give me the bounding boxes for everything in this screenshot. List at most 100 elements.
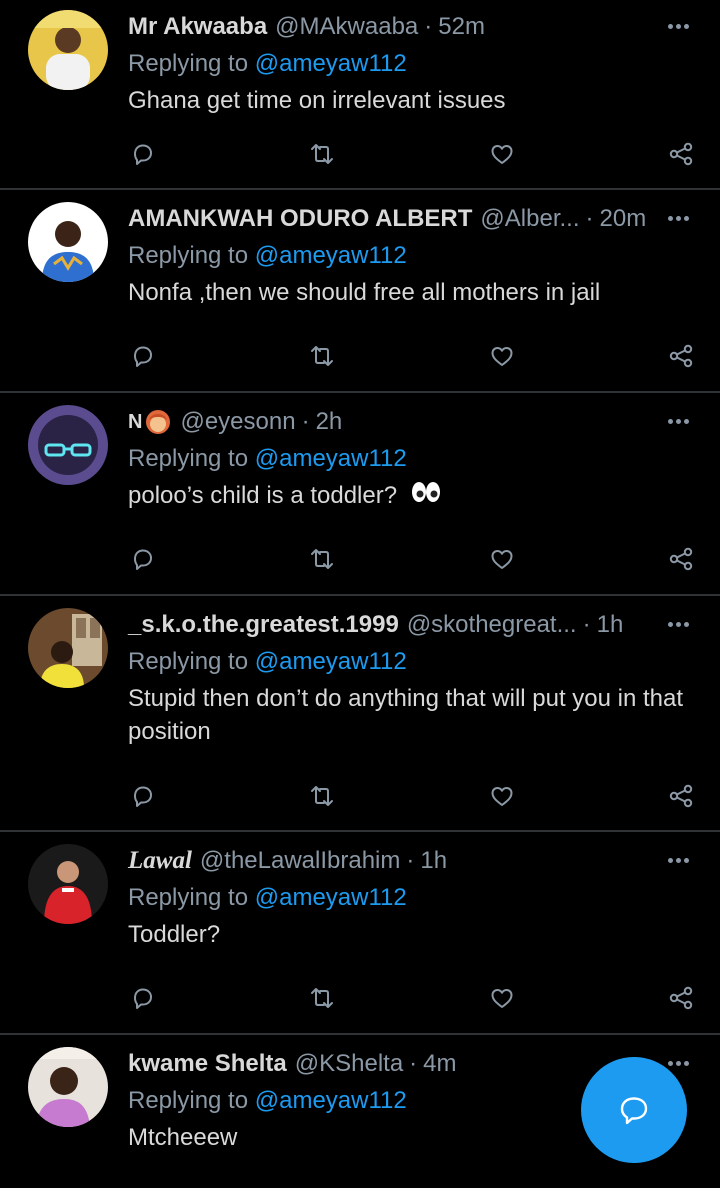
heart-icon[interactable] bbox=[487, 544, 517, 574]
replying-label: Replying to bbox=[128, 445, 249, 472]
replying-label: Replying to bbox=[128, 242, 249, 269]
tweet-header: _s.k.o.the.greatest.1999 @skothegreat...… bbox=[128, 608, 650, 642]
heart-icon[interactable] bbox=[487, 781, 517, 811]
separator-dot: · bbox=[585, 205, 594, 232]
heart-icon[interactable] bbox=[487, 139, 517, 169]
heart-icon[interactable] bbox=[487, 341, 517, 371]
mention-link[interactable]: @ameyaw112 bbox=[255, 648, 407, 675]
replying-label: Replying to bbox=[128, 50, 249, 77]
more-icon[interactable] bbox=[662, 848, 694, 872]
author-name[interactable]: N bbox=[128, 411, 142, 434]
timestamp[interactable]: 1h bbox=[597, 611, 624, 639]
timestamp[interactable]: 4m bbox=[423, 1050, 456, 1078]
retweet-icon[interactable] bbox=[307, 544, 337, 574]
tweet-header: N @eyesonn · 2h bbox=[128, 405, 650, 439]
tweet-1[interactable]: Mr Akwaaba @MAkwaaba · 52m Replying to @… bbox=[0, 0, 720, 190]
tweet-header: Mr Akwaaba @MAkwaaba · 52m bbox=[128, 10, 650, 44]
replying-to: Replying to @ameyaw112 bbox=[128, 884, 407, 912]
more-icon[interactable] bbox=[662, 409, 694, 433]
mention-link[interactable]: @ameyaw112 bbox=[255, 50, 407, 77]
action-bar bbox=[128, 544, 696, 574]
avatar[interactable] bbox=[28, 608, 108, 688]
replying-to: Replying to @ameyaw112 bbox=[128, 1087, 407, 1115]
eyes-emoji-icon bbox=[410, 480, 442, 513]
avatar[interactable] bbox=[28, 202, 108, 282]
action-bar bbox=[128, 341, 696, 371]
author-name[interactable]: Mr Akwaaba bbox=[128, 13, 267, 41]
more-icon[interactable] bbox=[662, 14, 694, 38]
tweet-5[interactable]: Lawal @theLawalIbrahim · 1h Replying to … bbox=[0, 834, 720, 1035]
author-handle[interactable]: @KShelta bbox=[295, 1050, 403, 1078]
tweet-header: kwame Shelta @KShelta · 4m bbox=[128, 1047, 650, 1081]
share-icon[interactable] bbox=[666, 341, 696, 371]
reply-icon[interactable] bbox=[128, 544, 158, 574]
separator-dot: · bbox=[301, 408, 310, 435]
author-name[interactable]: kwame Shelta bbox=[128, 1050, 287, 1078]
avatar[interactable] bbox=[28, 10, 108, 90]
heart-icon[interactable] bbox=[487, 983, 517, 1013]
tweet-text: Nonfa ,then we should free all mothers i… bbox=[128, 279, 601, 306]
separator-dot: · bbox=[409, 1050, 418, 1077]
mention-link[interactable]: @ameyaw112 bbox=[255, 445, 407, 472]
reply-icon[interactable] bbox=[128, 781, 158, 811]
share-icon[interactable] bbox=[666, 544, 696, 574]
reply-icon[interactable] bbox=[128, 139, 158, 169]
avatar[interactable] bbox=[28, 844, 108, 924]
replying-label: Replying to bbox=[128, 1087, 249, 1114]
tweet-text: Toddler? bbox=[128, 921, 221, 948]
mention-link[interactable]: @ameyaw112 bbox=[255, 884, 407, 911]
reply-icon[interactable] bbox=[128, 983, 158, 1013]
separator-dot: · bbox=[582, 611, 591, 638]
mention-link[interactable]: @ameyaw112 bbox=[255, 242, 407, 269]
author-name[interactable]: _s.k.o.the.greatest.1999 bbox=[128, 611, 399, 639]
author-handle[interactable]: @Alber... bbox=[480, 205, 579, 233]
reply-feed: Mr Akwaaba @MAkwaaba · 52m Replying to @… bbox=[0, 0, 720, 1188]
woman-emoji-icon bbox=[144, 408, 172, 436]
replying-to: Replying to @ameyaw112 bbox=[128, 445, 407, 473]
reply-icon[interactable] bbox=[128, 341, 158, 371]
retweet-icon[interactable] bbox=[307, 781, 337, 811]
timestamp[interactable]: 2h bbox=[316, 408, 343, 436]
author-handle[interactable]: @skothegreat... bbox=[407, 611, 577, 639]
compose-reply-icon bbox=[616, 1092, 652, 1128]
tweet-4[interactable]: _s.k.o.the.greatest.1999 @skothegreat...… bbox=[0, 598, 720, 832]
mention-link[interactable]: @ameyaw112 bbox=[255, 1087, 407, 1114]
author-name[interactable]: AMANKWAH ODURO ALBERT bbox=[128, 205, 472, 233]
retweet-icon[interactable] bbox=[307, 983, 337, 1013]
author-name[interactable]: Lawal bbox=[128, 847, 192, 875]
replying-to: Replying to @ameyaw112 bbox=[128, 50, 407, 78]
replying-to: Replying to @ameyaw112 bbox=[128, 648, 407, 676]
compose-reply-button[interactable] bbox=[581, 1057, 687, 1163]
action-bar bbox=[128, 139, 696, 169]
separator-dot: · bbox=[406, 847, 415, 874]
author-handle[interactable]: @MAkwaaba bbox=[275, 13, 418, 41]
tweet-2[interactable]: AMANKWAH ODURO ALBERT @Alber... · 20m Re… bbox=[0, 192, 720, 393]
more-icon[interactable] bbox=[662, 206, 694, 230]
tweet-header: Lawal @theLawalIbrahim · 1h bbox=[128, 844, 650, 878]
action-bar bbox=[128, 983, 696, 1013]
separator-dot: · bbox=[424, 13, 433, 40]
timestamp[interactable]: 52m bbox=[438, 13, 485, 41]
tweet-3[interactable]: N @eyesonn · 2h Replying to @ameyaw112 p… bbox=[0, 395, 720, 596]
tweet-text-body: poloo’s child is a toddler? bbox=[128, 482, 398, 509]
timestamp[interactable]: 20m bbox=[600, 205, 647, 233]
tweet-text: Ghana get time on irrelevant issues bbox=[128, 87, 506, 114]
replying-label: Replying to bbox=[128, 648, 249, 675]
tweet-text: Stupid then don’t do anything that will … bbox=[128, 685, 684, 745]
share-icon[interactable] bbox=[666, 983, 696, 1013]
more-icon[interactable] bbox=[662, 612, 694, 636]
avatar[interactable] bbox=[28, 1047, 108, 1127]
retweet-icon[interactable] bbox=[307, 341, 337, 371]
author-handle[interactable]: @theLawalIbrahim bbox=[200, 847, 400, 875]
avatar[interactable] bbox=[28, 405, 108, 485]
tweet-text: poloo’s child is a toddler? bbox=[128, 479, 688, 513]
share-icon[interactable] bbox=[666, 781, 696, 811]
author-handle[interactable]: @eyesonn bbox=[180, 408, 295, 436]
timestamp[interactable]: 1h bbox=[420, 847, 447, 875]
replying-label: Replying to bbox=[128, 884, 249, 911]
tweet-header: AMANKWAH ODURO ALBERT @Alber... · 20m bbox=[128, 202, 650, 236]
replying-to: Replying to @ameyaw112 bbox=[128, 242, 407, 270]
action-bar bbox=[128, 781, 696, 811]
retweet-icon[interactable] bbox=[307, 139, 337, 169]
share-icon[interactable] bbox=[666, 139, 696, 169]
